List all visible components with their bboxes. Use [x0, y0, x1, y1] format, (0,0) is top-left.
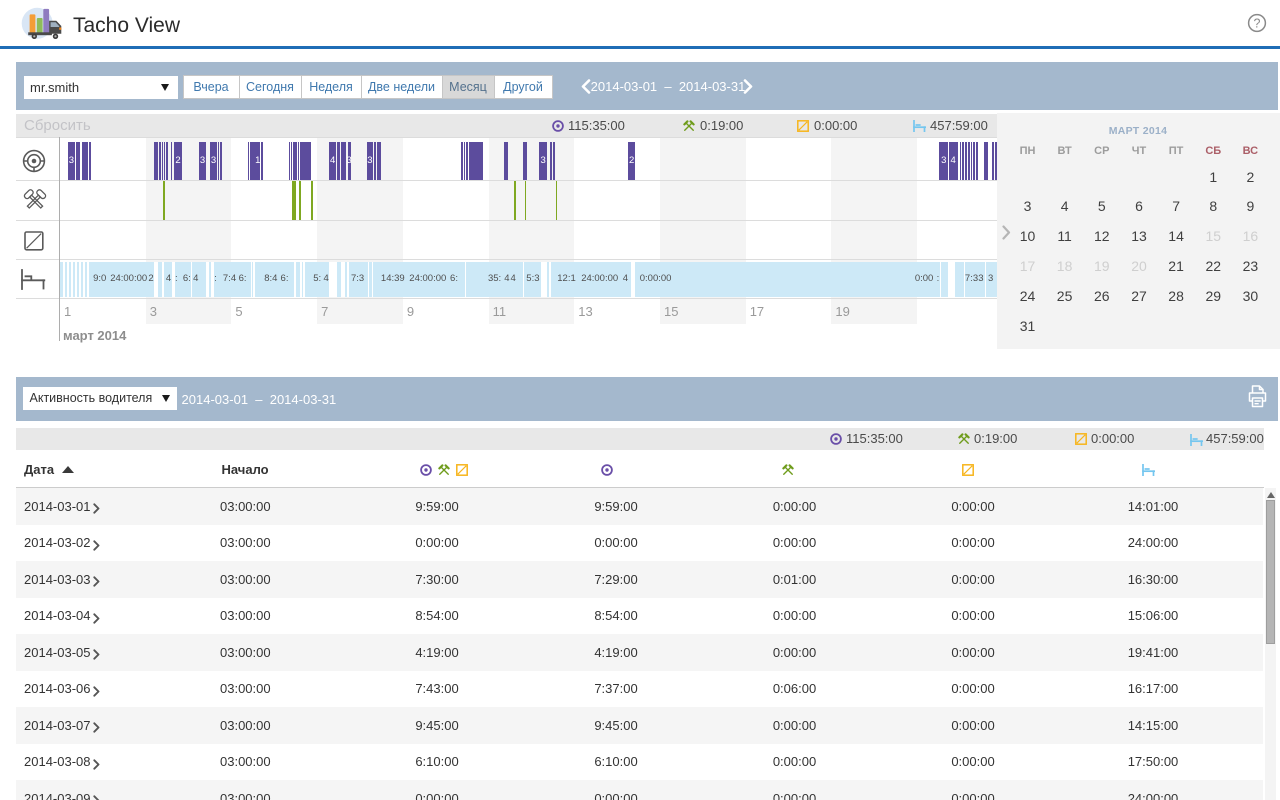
svg-text:?: ? [1254, 16, 1261, 30]
